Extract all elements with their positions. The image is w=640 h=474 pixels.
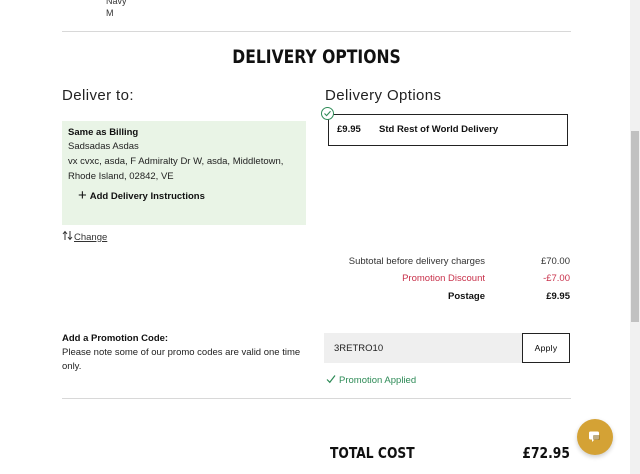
total-cost-label: TOTAL COST	[330, 444, 415, 462]
promo-code-title: Add a Promotion Code:	[62, 333, 169, 344]
subtotal-value: £70.00	[540, 256, 570, 267]
delivery-option-std-row[interactable]: £9.95 Std Rest of World Delivery	[328, 114, 568, 146]
billing-address-box: Same as Billing Sadsadas Asdas vx cvxc, …	[62, 121, 306, 225]
change-address-link[interactable]: Change	[62, 230, 107, 244]
deliver-to-title: Deliver to:	[62, 87, 134, 104]
promo-code-note: Please note some of our promo codes are …	[62, 347, 301, 372]
address-line-1: vx cvxc, asda, F Admiralty Dr W, asda, M…	[68, 156, 284, 167]
total-cost-value: £72.95	[522, 444, 570, 462]
promotion-discount-value: -£7.00	[543, 273, 570, 284]
delivery-option-name: Std Rest of World Delivery	[379, 124, 499, 135]
item-color: Navy	[106, 0, 127, 6]
address-title: Same as Billing	[68, 127, 139, 138]
plus-icon: +	[78, 187, 87, 204]
promotion-applied-label: Promotion Applied	[339, 375, 417, 386]
scrollbar-thumb[interactable]	[631, 131, 639, 322]
add-delivery-instructions-label: Add Delivery Instructions	[89, 191, 205, 202]
address-line-2: Rhode Island, 02842, VE	[68, 171, 174, 182]
item-size: M	[106, 8, 114, 18]
promo-code-input[interactable]	[324, 333, 522, 363]
divider-bottom	[62, 398, 571, 399]
delivery-option-price: £9.95	[337, 124, 361, 135]
check-circle-icon	[321, 107, 334, 120]
postage-value: £9.95	[546, 291, 570, 302]
address-name: Sadsadas Asdas	[68, 141, 139, 152]
promotion-applied-message: Promotion Applied	[326, 374, 416, 387]
add-delivery-instructions-button[interactable]: + Add Delivery Instructions	[78, 187, 205, 204]
divider-top	[62, 31, 571, 32]
apply-promo-button[interactable]: Apply	[522, 333, 570, 363]
checkmark-icon	[326, 374, 336, 387]
change-label: Change	[74, 231, 108, 243]
swap-arrows-icon	[62, 230, 73, 244]
chat-button[interactable]	[577, 419, 613, 455]
subtotal-label: Subtotal before delivery charges	[348, 256, 485, 267]
delivery-options-title: Delivery Options	[325, 87, 442, 104]
postage-label: Postage	[448, 291, 485, 302]
promotion-discount-label: Promotion Discount	[402, 273, 485, 284]
page-title: DELIVERY OPTIONS	[232, 46, 401, 68]
